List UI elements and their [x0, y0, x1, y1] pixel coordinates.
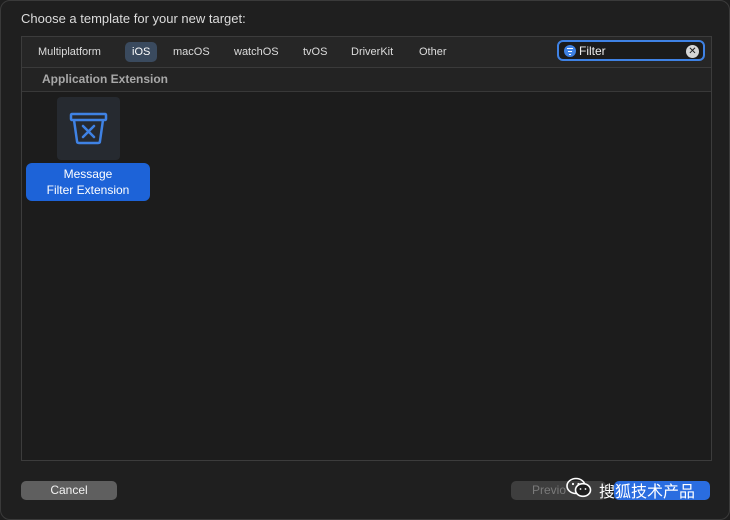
tab-ios[interactable]: iOS [125, 42, 158, 62]
wechat-icon [566, 477, 592, 498]
cancel-button[interactable]: Cancel [21, 481, 117, 500]
message-filter-icon [57, 97, 120, 160]
tab-multiplatform[interactable]: Multiplatform [31, 42, 108, 62]
platform-tab-bar: Multiplatform iOS macOS watchOS tvOS Dri… [22, 37, 711, 68]
tab-macos[interactable]: macOS [166, 42, 217, 62]
filter-icon[interactable] [564, 45, 576, 57]
clear-icon[interactable]: ✕ [686, 45, 699, 58]
tab-other[interactable]: Other [412, 42, 454, 62]
new-target-dialog: Choose a template for your new target: M… [0, 0, 730, 520]
tab-tvos[interactable]: tvOS [296, 42, 334, 62]
watermark: 搜狐技术产品 [566, 475, 714, 503]
watermark-text: 搜狐技术产品 [599, 482, 696, 501]
template-label-line2: Filter Extension [46, 183, 130, 197]
template-label: Message Filter Extension [26, 163, 150, 201]
template-label-line1: Message [63, 167, 113, 181]
section-header: Application Extension [22, 68, 711, 92]
section-title: Application Extension [42, 72, 169, 86]
tab-driverkit[interactable]: DriverKit [344, 42, 400, 62]
search-field[interactable]: ✕ [557, 40, 705, 61]
template-panel: Multiplatform iOS macOS watchOS tvOS Dri… [21, 36, 712, 461]
tab-watchos[interactable]: watchOS [227, 42, 286, 62]
search-input[interactable] [579, 43, 679, 59]
dialog-title: Choose a template for your new target: [21, 11, 246, 26]
template-item-message-filter[interactable]: Message Filter Extension [26, 95, 151, 205]
